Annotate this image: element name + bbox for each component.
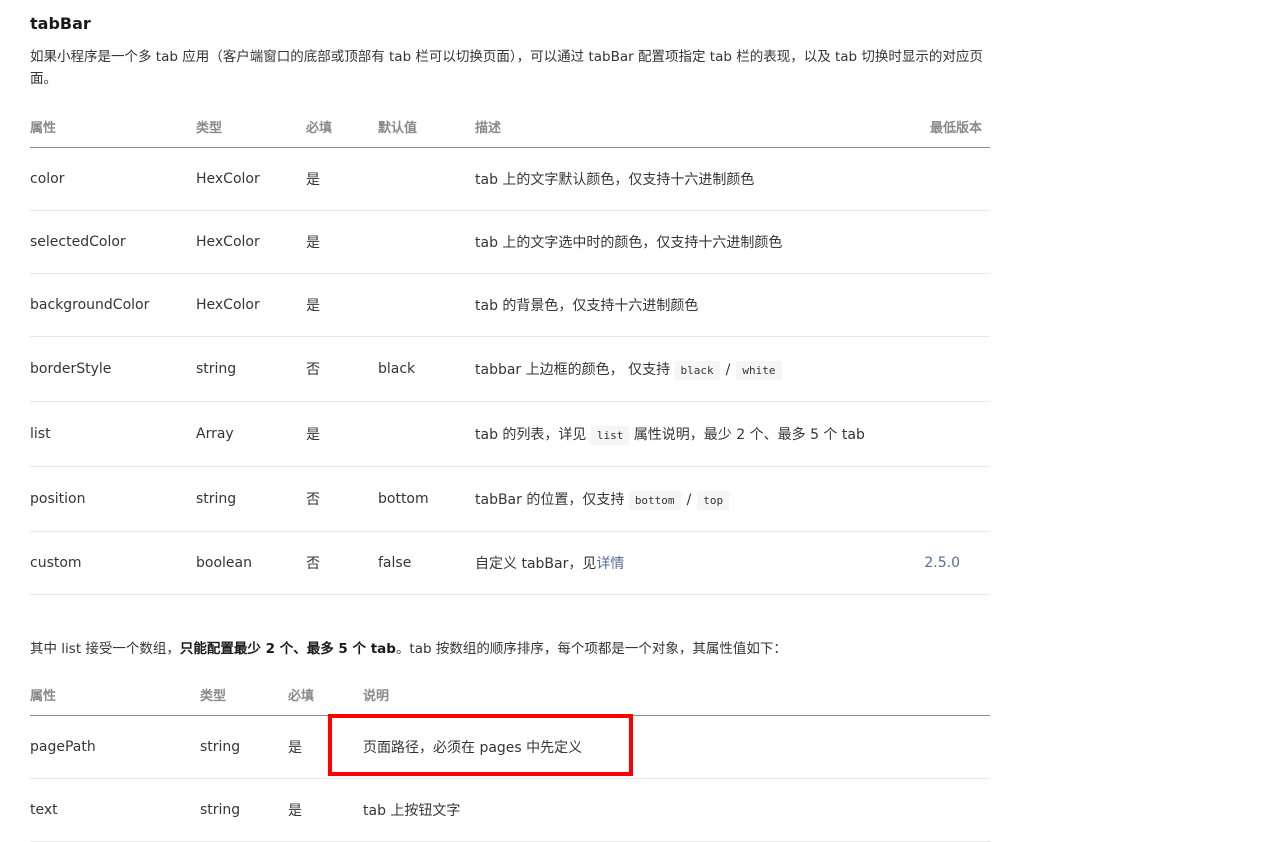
cell-type: HexColor: [196, 147, 306, 211]
table-header-row: 属性 类型 必填 说明: [30, 673, 990, 716]
cell-required: 是: [306, 273, 378, 337]
code-top: top: [697, 491, 730, 510]
separator: /: [725, 362, 731, 378]
table-row: color HexColor 是 tab 上的文字默认颜色，仅支持十六进制颜色: [30, 147, 990, 211]
cell-required: 否: [306, 466, 378, 532]
description-text: 属性说明，最少 2 个、最多 5 个 tab: [633, 427, 865, 443]
header-description: 描述: [475, 106, 900, 148]
description-text: tab 的列表，详见: [475, 427, 587, 443]
table-row: borderStyle string 否 black tabbar 上边框的颜色…: [30, 336, 990, 402]
cell-version: [900, 336, 990, 402]
cell-description: 自定义 tabBar，见详情: [475, 531, 900, 595]
cell-description: tab 上的文字默认颜色，仅支持十六进制颜色: [475, 147, 900, 211]
cell-required: 否: [306, 531, 378, 595]
cell-description: tab 上按钮文字: [363, 778, 990, 842]
cell-default: bottom: [378, 466, 475, 532]
table-row: text string 是 tab 上按钮文字: [30, 778, 990, 842]
tabbar-properties-table: 属性 类型 必填 默认值 描述 最低版本 color HexColor 是 ta…: [30, 106, 990, 595]
cell-version: [900, 147, 990, 211]
header-type: 类型: [200, 673, 288, 716]
cell-default: [378, 273, 475, 337]
header-min-version: 最低版本: [900, 106, 990, 148]
cell-type: HexColor: [196, 210, 306, 274]
description-text: tabbar 上边框的颜色， 仅支持: [475, 362, 671, 378]
cell-property: color: [30, 147, 196, 211]
cell-property: selectedColor: [30, 210, 196, 274]
table-header-row: 属性 类型 必填 默认值 描述 最低版本: [30, 106, 990, 148]
code-black: black: [674, 361, 720, 380]
intro-paragraph: 如果小程序是一个多 tab 应用（客户端窗口的底部或顶部有 tab 栏可以切换页…: [30, 49, 983, 87]
cell-default: black: [378, 336, 475, 402]
table-row: selectedColor HexColor 是 tab 上的文字选中时的颜色，…: [30, 210, 990, 274]
list-item-properties-table: 属性 类型 必填 说明 pagePath string 是 页面路径，必须在 p…: [30, 673, 990, 842]
separator: /: [686, 492, 692, 508]
code-white: white: [736, 361, 782, 380]
list-note: 其中 list 接受一个数组，只能配置最少 2 个、最多 5 个 tab。tab…: [30, 637, 787, 657]
cell-required: 是: [306, 147, 378, 211]
cell-description: 页面路径，必须在 pages 中先定义: [363, 715, 990, 779]
code-list: list: [590, 426, 630, 445]
header-default: 默认值: [378, 106, 475, 148]
cell-default: [378, 401, 475, 467]
cell-version: [900, 401, 990, 467]
cell-required: 是: [288, 715, 363, 779]
cell-default: false: [378, 531, 475, 595]
description-text: tabBar 的位置，仅支持: [475, 492, 625, 508]
cell-version: [900, 273, 990, 337]
cell-type: boolean: [196, 531, 306, 595]
cell-property: list: [30, 401, 196, 467]
cell-required: 是: [306, 401, 378, 467]
description-text: 自定义 tabBar，见: [475, 556, 597, 572]
cell-required: 是: [306, 210, 378, 274]
cell-property: borderStyle: [30, 336, 196, 402]
table-row: custom boolean 否 false 自定义 tabBar，见详情 2.…: [30, 531, 990, 595]
cell-description: tab 的列表，详见 list 属性说明，最少 2 个、最多 5 个 tab: [475, 401, 900, 467]
cell-description: tab 的背景色，仅支持十六进制颜色: [475, 273, 900, 337]
cell-type: string: [200, 715, 288, 779]
header-required: 必填: [306, 106, 378, 148]
table-row: position string 否 bottom tabBar 的位置，仅支持 …: [30, 466, 990, 532]
table-row: backgroundColor HexColor 是 tab 的背景色，仅支持十…: [30, 273, 990, 337]
cell-default: [378, 210, 475, 274]
header-description: 说明: [363, 673, 990, 716]
cell-type: string: [200, 778, 288, 842]
section-title: tabBar: [30, 14, 91, 33]
cell-type: string: [196, 466, 306, 532]
cell-type: string: [196, 336, 306, 402]
list-note-bold: 只能配置最少 2 个、最多 5 个 tab: [179, 641, 396, 657]
list-note-post: 。tab 按数组的顺序排序，每个项都是一个对象，其属性值如下：: [395, 641, 787, 657]
cell-description: tabbar 上边框的颜色， 仅支持 black / white: [475, 336, 900, 402]
code-bottom: bottom: [628, 491, 681, 510]
cell-default: [378, 147, 475, 211]
cell-description: tabBar 的位置，仅支持 bottom / top: [475, 466, 900, 532]
cell-version: 2.5.0: [900, 531, 990, 595]
header-property: 属性: [30, 673, 200, 716]
header-type: 类型: [196, 106, 306, 148]
cell-version: [900, 466, 990, 532]
cell-description: tab 上的文字选中时的颜色，仅支持十六进制颜色: [475, 210, 900, 274]
cell-property: pagePath: [30, 715, 200, 779]
cell-type: Array: [196, 401, 306, 467]
details-link[interactable]: 详情: [596, 556, 624, 572]
cell-required: 否: [306, 336, 378, 402]
cell-property: custom: [30, 531, 196, 595]
table-row: pagePath string 是 页面路径，必须在 pages 中先定义: [30, 715, 990, 779]
list-note-pre: 其中 list 接受一个数组，: [30, 641, 180, 657]
cell-property: text: [30, 778, 200, 842]
table-row: list Array 是 tab 的列表，详见 list 属性说明，最少 2 个…: [30, 401, 990, 467]
header-required: 必填: [288, 673, 363, 716]
cell-property: position: [30, 466, 196, 532]
cell-property: backgroundColor: [30, 273, 196, 337]
cell-version: [900, 210, 990, 274]
cell-type: HexColor: [196, 273, 306, 337]
header-property: 属性: [30, 106, 196, 148]
cell-required: 是: [288, 778, 363, 842]
